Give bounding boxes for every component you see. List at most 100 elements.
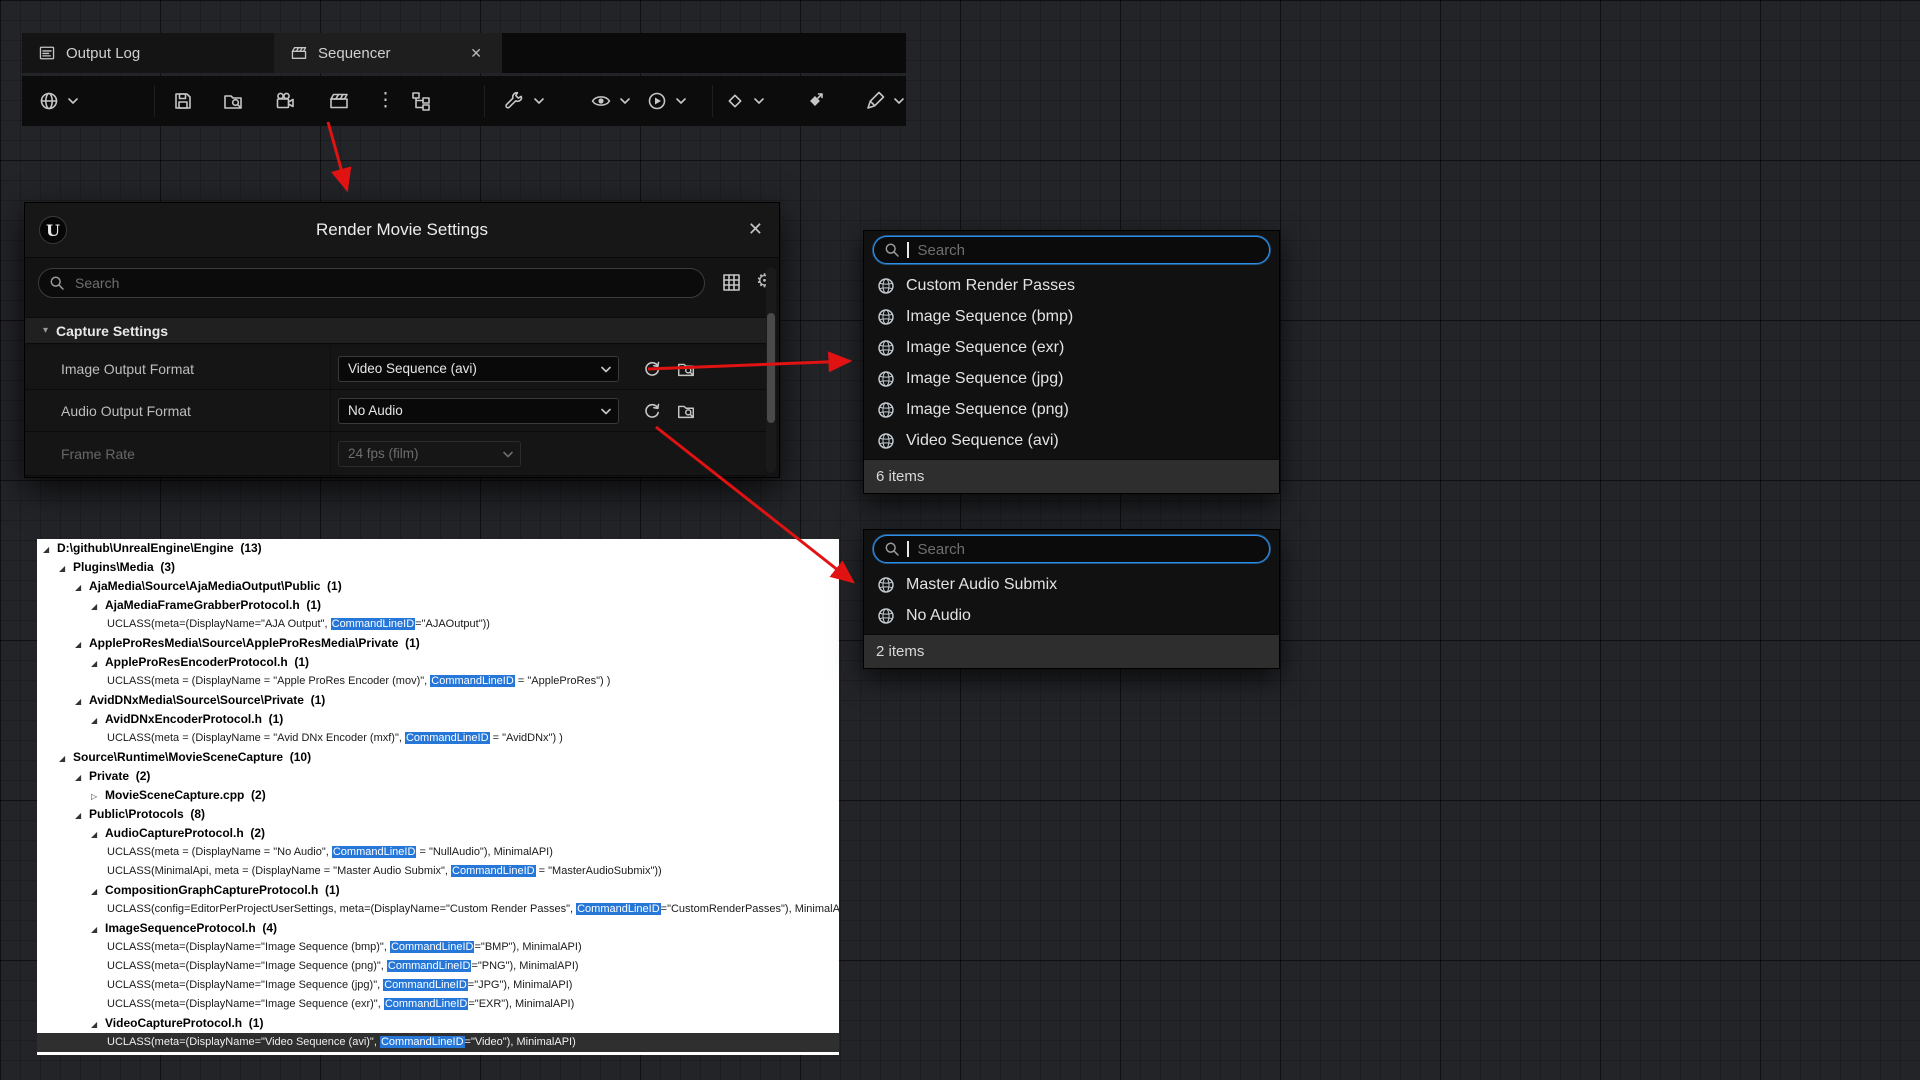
expanded-expander-icon[interactable]: ◢: [43, 540, 57, 558]
tree-node[interactable]: ◢AudioCaptureProtocol.h (2): [37, 824, 839, 843]
image-format-search-input[interactable]: [916, 241, 1260, 260]
tab-sequencer[interactable]: Sequencer ✕: [274, 33, 502, 73]
expanded-expander-icon[interactable]: ◢: [91, 654, 105, 672]
expanded-expander-icon[interactable]: ◢: [59, 749, 73, 767]
dropdown-item[interactable]: Custom Render Passes: [864, 270, 1279, 301]
code-result-line[interactable]: UCLASS(meta=(DisplayName="Image Sequence…: [37, 957, 839, 976]
view-options-chevron-icon[interactable]: [620, 98, 630, 105]
actions-chevron-icon[interactable]: [534, 98, 544, 105]
expanded-expander-icon[interactable]: ◢: [75, 635, 89, 653]
settings-search-input[interactable]: [73, 274, 694, 292]
tree-node[interactable]: ◢AjaMediaFrameGrabberProtocol.h (1): [37, 596, 839, 615]
tree-node[interactable]: ◢AvidDNxMedia\Source\Source\Private (1): [37, 691, 839, 710]
playback-options-button[interactable]: [646, 90, 668, 112]
tab-output-log[interactable]: Output Log: [22, 33, 274, 73]
tab-sequencer-label: Sequencer: [318, 45, 391, 62]
expanded-expander-icon[interactable]: ◢: [91, 920, 105, 938]
audio-output-format-dropdown[interactable]: No Audio: [338, 398, 619, 424]
actions-wrench-button[interactable]: [504, 90, 526, 112]
expanded-expander-icon[interactable]: ◢: [91, 711, 105, 729]
expanded-expander-icon[interactable]: ◢: [75, 692, 89, 710]
tree-node[interactable]: ◢AppleProResEncoderProtocol.h (1): [37, 653, 839, 672]
find-in-content-browser-button[interactable]: [222, 90, 244, 112]
dropdown-item[interactable]: Image Sequence (jpg): [864, 363, 1279, 394]
keyframe-options-button[interactable]: [724, 90, 746, 112]
settings-search-box[interactable]: [38, 268, 705, 298]
code-text: UCLASS(meta=(DisplayName="Image Sequence…: [107, 941, 390, 953]
dropdown-item[interactable]: Master Audio Submix: [864, 569, 1279, 600]
dropdown-item[interactable]: Image Sequence (png): [864, 394, 1279, 425]
use-selected-asset-icon[interactable]: [642, 401, 662, 421]
capture-settings-section-header[interactable]: ▾ Capture Settings: [25, 317, 766, 344]
audio-format-search-box[interactable]: [873, 535, 1270, 563]
expanded-expander-icon[interactable]: ◢: [59, 559, 73, 577]
dropdown-item[interactable]: No Audio: [864, 600, 1279, 631]
audio-format-search-input[interactable]: [916, 540, 1260, 559]
create-camera-button[interactable]: [274, 90, 296, 112]
code-result-line[interactable]: UCLASS(meta = (DisplayName = "No Audio",…: [37, 843, 839, 862]
code-result-line[interactable]: UCLASS(meta=(DisplayName="Image Sequence…: [37, 995, 839, 1014]
code-result-line[interactable]: UCLASS(MinimalApi, meta = (DisplayName =…: [37, 862, 839, 881]
code-result-line[interactable]: UCLASS(meta = (DisplayName = "Avid DNx E…: [37, 729, 839, 748]
code-results-panel[interactable]: ◢D:\github\UnrealEngine\Engine (13)◢Plug…: [37, 539, 839, 1055]
tree-node[interactable]: ▷MovieSceneCapture.cpp (2): [37, 786, 839, 805]
edit-chevron-icon[interactable]: [894, 98, 904, 105]
dialog-close-icon[interactable]: ✕: [748, 218, 763, 240]
tree-node[interactable]: ◢AvidDNxEncoderProtocol.h (1): [37, 710, 839, 729]
tree-node[interactable]: ◢Plugins\Media (3): [37, 558, 839, 577]
dropdown-item[interactable]: Image Sequence (exr): [864, 332, 1279, 363]
expanded-expander-icon[interactable]: ◢: [75, 578, 89, 596]
browse-to-asset-icon[interactable]: [676, 359, 696, 379]
edit-pen-button[interactable]: [864, 90, 886, 112]
dropdown-item[interactable]: Image Sequence (bmp): [864, 301, 1279, 332]
expanded-expander-icon[interactable]: ◢: [91, 1015, 105, 1033]
dialog-scrollbar[interactable]: [766, 267, 776, 473]
section-expander-icon[interactable]: ▾: [43, 325, 48, 336]
auto-key-button[interactable]: [804, 90, 826, 112]
render-movie-button[interactable]: [328, 90, 350, 112]
search-match-highlight: CommandLineID: [383, 979, 468, 991]
tree-node[interactable]: ◢AppleProResMedia\Source\AppleProResMedi…: [37, 634, 839, 653]
tree-node[interactable]: ◢D:\github\UnrealEngine\Engine (13): [37, 539, 839, 558]
expanded-expander-icon[interactable]: ◢: [91, 825, 105, 843]
dialog-title-bar[interactable]: U Render Movie Settings ✕: [25, 203, 779, 258]
expanded-expander-icon[interactable]: ◢: [91, 882, 105, 900]
code-result-line[interactable]: UCLASS(config=EditorPerProjectUserSettin…: [37, 900, 839, 919]
scrollbar-thumb[interactable]: [767, 313, 775, 423]
tree-node[interactable]: ◢ImageSequenceProtocol.h (4): [37, 919, 839, 938]
code-result-line[interactable]: UCLASS(meta=(DisplayName="AJA Output", C…: [37, 615, 839, 634]
image-output-format-dropdown[interactable]: Video Sequence (avi): [338, 356, 619, 382]
dropdown-item[interactable]: Video Sequence (avi): [864, 425, 1279, 456]
column-divider: [330, 432, 331, 475]
tree-node[interactable]: ◢Source\Runtime\MovieSceneCapture (10): [37, 748, 839, 767]
save-button[interactable]: [172, 90, 194, 112]
tree-node[interactable]: ◢Public\Protocols (8): [37, 805, 839, 824]
more-options-icon[interactable]: ⋮: [376, 90, 395, 112]
tree-node[interactable]: ◢Private (2): [37, 767, 839, 786]
browse-to-asset-icon[interactable]: [676, 401, 696, 421]
tree-node[interactable]: ◢CompositionGraphCaptureProtocol.h (1): [37, 881, 839, 900]
playback-chevron-icon[interactable]: [676, 98, 686, 105]
world-button[interactable]: [38, 90, 60, 112]
view-options-eye-button[interactable]: [590, 90, 612, 112]
collapsed-expander-icon[interactable]: ▷: [91, 787, 105, 805]
world-chevron-icon[interactable]: [68, 98, 78, 105]
column-settings-icon[interactable]: [722, 273, 741, 292]
output-log-icon: [38, 44, 56, 62]
tree-node[interactable]: ◢AjaMedia\Source\AjaMediaOutput\Public (…: [37, 577, 839, 596]
code-result-line[interactable]: UCLASS(meta=(DisplayName="Video Sequence…: [37, 1033, 839, 1052]
tab-close-icon[interactable]: ✕: [466, 43, 486, 64]
hierarchy-button[interactable]: [410, 90, 432, 112]
expanded-expander-icon[interactable]: ◢: [75, 806, 89, 824]
image-format-search-box[interactable]: [873, 236, 1270, 264]
use-selected-asset-icon[interactable]: [642, 359, 662, 379]
dropdown-item-label: No Audio: [906, 607, 971, 625]
expanded-expander-icon[interactable]: ◢: [91, 597, 105, 615]
code-result-line[interactable]: UCLASS(meta=(DisplayName="Image Sequence…: [37, 938, 839, 957]
code-result-line[interactable]: UCLASS(meta=(DisplayName="Image Sequence…: [37, 976, 839, 995]
tree-node[interactable]: ◢VideoCaptureProtocol.h (1): [37, 1014, 839, 1033]
tree-node-label: CompositionGraphCaptureProtocol.h (1): [105, 883, 340, 897]
code-result-line[interactable]: UCLASS(meta = (DisplayName = "Apple ProR…: [37, 672, 839, 691]
expanded-expander-icon[interactable]: ◢: [75, 768, 89, 786]
keyframe-chevron-icon[interactable]: [754, 98, 764, 105]
